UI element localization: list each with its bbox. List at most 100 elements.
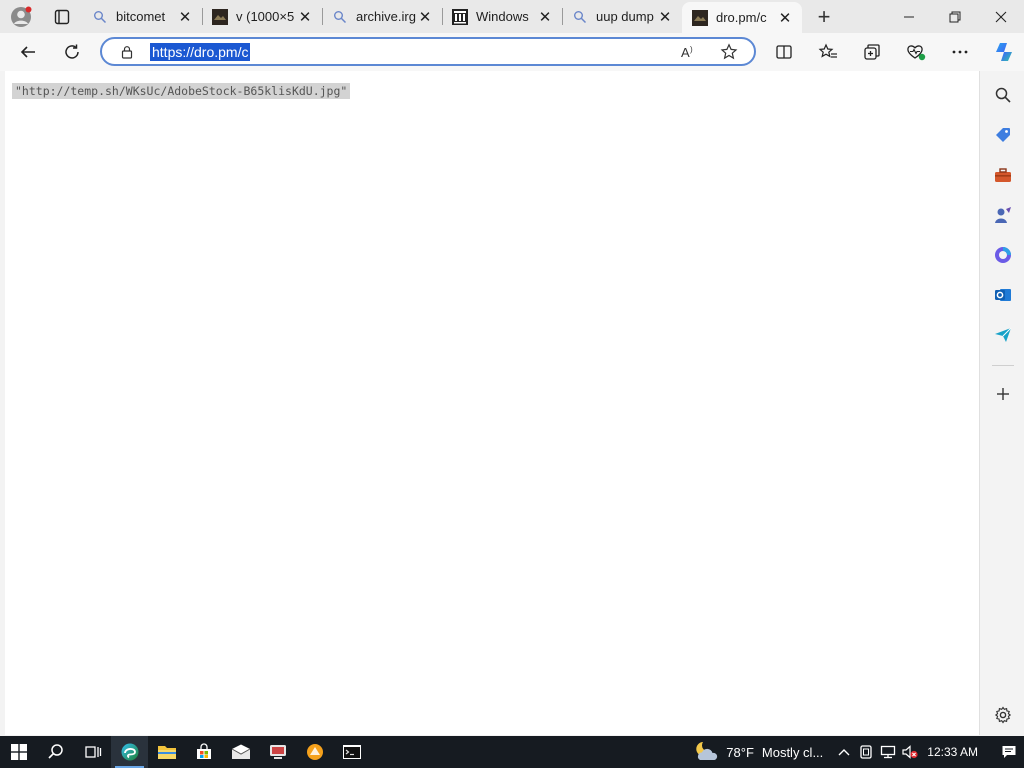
- close-tab-icon[interactable]: ✕: [536, 8, 554, 26]
- restore-icon: [949, 11, 961, 22]
- close-icon: [995, 11, 1007, 22]
- sidebar-tools-button[interactable]: [987, 159, 1019, 191]
- window-controls: [886, 0, 1024, 33]
- tab-uup-dump[interactable]: uup dump ✕: [562, 0, 682, 33]
- plus-icon: [997, 388, 1009, 400]
- heart-pulse-icon: [907, 45, 926, 61]
- more-dots-icon: [952, 50, 968, 54]
- taskbar-orange-app[interactable]: [296, 736, 333, 768]
- archive-building-icon: [452, 8, 468, 25]
- taskbar-file-explorer[interactable]: [148, 736, 185, 768]
- image-thumbnail-icon: [212, 8, 228, 25]
- volume-muted-icon: [902, 745, 918, 759]
- tab-archive[interactable]: archive.irg ✕: [322, 0, 442, 33]
- tab-actions-button[interactable]: [42, 0, 82, 33]
- weather-widget[interactable]: 78°F Mostly cl...: [694, 736, 833, 768]
- start-button[interactable]: [0, 736, 37, 768]
- tab-title: v (1000×5: [236, 9, 295, 24]
- toolbox-icon: [995, 168, 1011, 182]
- tab-strip: bitcomet ✕ v (1000×5 ✕ archive.irg ✕ Win…: [0, 0, 1024, 33]
- windows-logo-icon: [10, 744, 27, 760]
- sidebar-settings-button[interactable]: [987, 699, 1019, 731]
- search-icon: [572, 9, 588, 25]
- network-monitor-icon: [881, 745, 896, 759]
- sidebar-send-button[interactable]: [987, 319, 1019, 351]
- split-screen-button[interactable]: [762, 33, 806, 71]
- tab-bitcomet[interactable]: bitcomet ✕: [82, 0, 202, 33]
- folder-icon: [157, 746, 176, 759]
- search-icon: [332, 9, 348, 25]
- svg-text:A: A: [681, 45, 690, 60]
- back-button[interactable]: [6, 33, 50, 71]
- collections-button[interactable]: [850, 33, 894, 71]
- profile-avatar-icon: [11, 6, 32, 27]
- sidebar-shopping-button[interactable]: [987, 119, 1019, 151]
- games-icon: [995, 207, 1011, 223]
- settings-more-button[interactable]: [938, 33, 982, 71]
- tab-title: archive.irg: [356, 9, 416, 24]
- read-aloud-icon[interactable]: A): [676, 41, 702, 63]
- copilot-button[interactable]: [982, 33, 1024, 71]
- minimize-button[interactable]: [886, 0, 932, 33]
- back-arrow-icon: [20, 46, 35, 58]
- close-tab-icon[interactable]: ✕: [296, 8, 314, 26]
- address-bar[interactable]: https://dro.pm/c A): [100, 37, 756, 66]
- url-text[interactable]: https://dro.pm/c: [150, 42, 251, 61]
- tab-title: uup dump: [596, 9, 654, 24]
- close-window-button[interactable]: [978, 0, 1024, 33]
- remote-desktop-icon: [269, 745, 286, 759]
- close-tab-icon[interactable]: ✕: [416, 8, 434, 26]
- tray-network-button[interactable]: [877, 736, 899, 768]
- task-view-button[interactable]: [74, 736, 111, 768]
- page-content: "http://temp.sh/WKsUc/AdobeStock-B65klis…: [5, 71, 980, 735]
- minimize-icon: [904, 16, 914, 17]
- sidebar-outlook-button[interactable]: [987, 279, 1019, 311]
- tab-windows[interactable]: Windows ✕: [442, 0, 562, 33]
- taskbar-clock[interactable]: 12:33 AM: [927, 745, 978, 759]
- tab-title: bitcomet: [116, 9, 166, 24]
- show-hidden-icons-button[interactable]: [833, 736, 855, 768]
- favorites-button[interactable]: [806, 33, 850, 71]
- sidebar-games-button[interactable]: [987, 199, 1019, 231]
- taskbar-edge[interactable]: [111, 736, 148, 768]
- tab-image[interactable]: v (1000×5 ✕: [202, 0, 322, 33]
- gear-icon: [994, 706, 1012, 724]
- page-text[interactable]: "http://temp.sh/WKsUc/AdobeStock-B65klis…: [12, 83, 351, 99]
- windows-taskbar: 78°F Mostly cl... 12:33 AM: [0, 736, 1024, 768]
- mail-envelope-icon: [231, 744, 250, 759]
- copilot-icon: [996, 43, 1012, 61]
- restore-button[interactable]: [932, 0, 978, 33]
- command-prompt-icon: [342, 745, 361, 759]
- taskbar-store[interactable]: [185, 736, 222, 768]
- split-screen-icon: [776, 45, 792, 59]
- lock-icon[interactable]: [112, 45, 142, 59]
- taskbar-mail[interactable]: [222, 736, 259, 768]
- orange-app-icon: [306, 744, 323, 760]
- favorite-star-icon[interactable]: [716, 41, 742, 63]
- tab-dro-pm[interactable]: dro.pm/c ✕: [682, 2, 802, 33]
- taskbar-terminal[interactable]: [333, 736, 370, 768]
- sidebar-search-button[interactable]: [987, 79, 1019, 111]
- profile-button[interactable]: [0, 0, 42, 33]
- office-icon: [995, 247, 1011, 263]
- browser-essentials-button[interactable]: [894, 33, 938, 71]
- sidebar-office-button[interactable]: [987, 239, 1019, 271]
- close-tab-icon[interactable]: ✕: [776, 9, 794, 27]
- outlook-icon: [995, 289, 1011, 301]
- edge-sidebar: [982, 71, 1024, 735]
- tray-volume-button[interactable]: [899, 736, 921, 768]
- close-tab-icon[interactable]: ✕: [176, 8, 194, 26]
- taskbar-search-button[interactable]: [37, 736, 74, 768]
- task-view-icon: [84, 746, 101, 758]
- store-bag-icon: [196, 743, 211, 759]
- taskbar-remote-app[interactable]: [259, 736, 296, 768]
- sidebar-add-button[interactable]: [987, 378, 1019, 410]
- tray-device-button[interactable]: [855, 736, 877, 768]
- refresh-button[interactable]: [50, 33, 94, 71]
- close-tab-icon[interactable]: ✕: [656, 8, 674, 26]
- svg-text:): ): [690, 45, 693, 54]
- notifications-button[interactable]: [994, 736, 1024, 768]
- system-tray: 78°F Mostly cl... 12:33 AM: [694, 736, 1024, 768]
- new-tab-button[interactable]: +: [802, 0, 846, 33]
- search-icon: [92, 9, 108, 25]
